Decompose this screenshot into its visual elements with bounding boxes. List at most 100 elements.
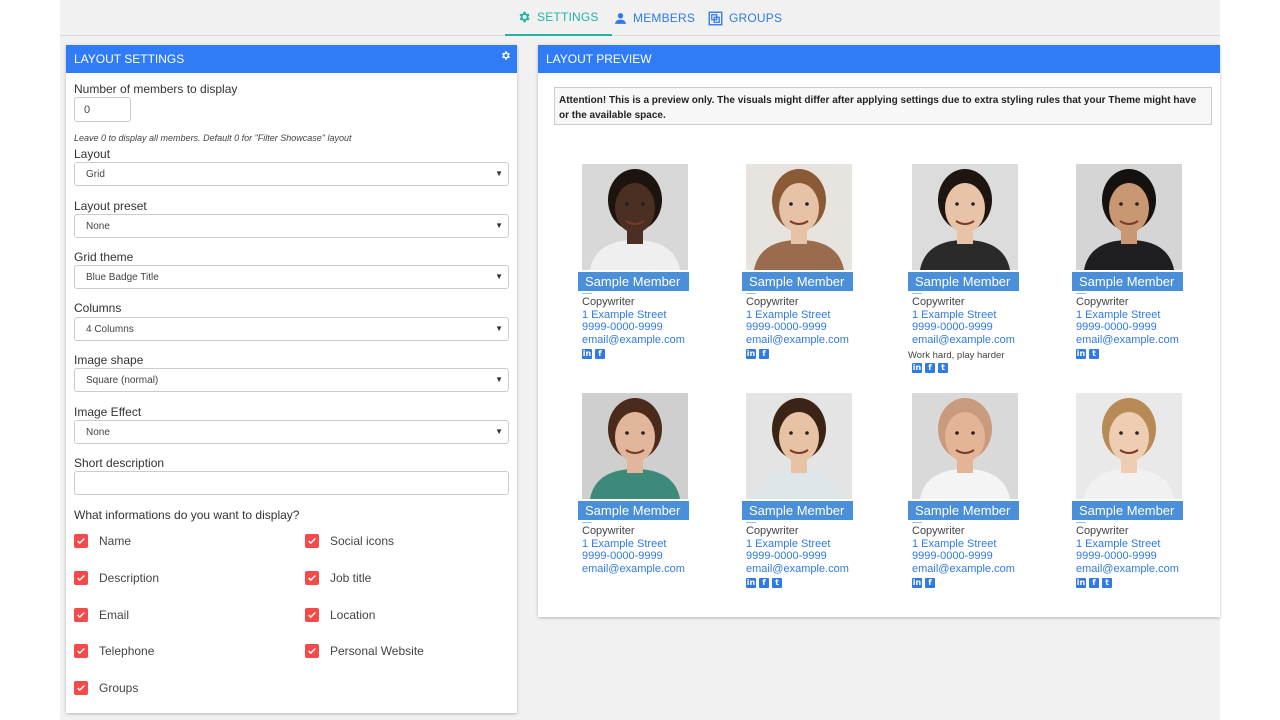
member-photo	[912, 393, 1018, 499]
member-phone-link[interactable]: 9999-0000-9999	[912, 321, 993, 333]
facebook-icon[interactable]: f	[925, 363, 935, 373]
option-telephone-checkbox[interactable]: Telephone	[74, 644, 154, 658]
image-shape-select[interactable]: Square (normal) ▼	[74, 368, 509, 392]
short-description-input[interactable]	[74, 471, 509, 495]
image-effect-select[interactable]: None ▼	[74, 420, 509, 444]
member-email-link[interactable]: email@example.com	[582, 563, 685, 575]
gear-icon[interactable]	[500, 50, 511, 61]
member-location-link[interactable]: 1 Example Street	[582, 538, 666, 550]
option-label: Description	[99, 571, 160, 585]
member-phone-link[interactable]: 9999-0000-9999	[1076, 321, 1157, 333]
facebook-icon[interactable]: f	[925, 578, 935, 588]
linkedin-icon[interactable]: in	[912, 363, 922, 373]
facebook-icon[interactable]: f	[759, 578, 769, 588]
member-phone-link[interactable]: 9999-0000-9999	[746, 550, 827, 562]
option-description-checkbox[interactable]: Description	[74, 571, 159, 585]
member-phone-link[interactable]: 9999-0000-9999	[582, 321, 663, 333]
member-email-link[interactable]: email@example.com	[1076, 563, 1179, 575]
app-stage: SETTINGS MEMBERS GROUPS LAYOUT SETTINGS …	[60, 0, 1220, 720]
member-name-badge: Sample Member	[1072, 501, 1183, 520]
social-icons: in f t	[912, 363, 948, 373]
facebook-icon[interactable]: f	[1089, 578, 1099, 588]
layout-settings-header: LAYOUT SETTINGS	[66, 45, 517, 73]
option-label: Personal Website	[330, 644, 424, 658]
member-phone-link[interactable]: 9999-0000-9999	[582, 550, 663, 562]
columns-value: 4 Columns	[86, 323, 134, 335]
member-email-link[interactable]: email@example.com	[582, 334, 685, 346]
option-label: Groups	[99, 681, 139, 695]
member-photo	[746, 393, 852, 499]
members-count-input[interactable]: 0	[74, 97, 131, 122]
member-location-link[interactable]: 1 Example Street	[582, 309, 666, 321]
layout-preset-select[interactable]: None ▼	[74, 214, 509, 238]
groups-icon	[708, 11, 723, 25]
short-description-label: Short description	[74, 456, 165, 470]
linkedin-icon[interactable]: in	[1076, 578, 1086, 588]
columns-select[interactable]: 4 Columns ▼	[74, 317, 509, 341]
member-job-title: Copywriter	[1076, 296, 1129, 308]
option-name-checkbox[interactable]: Name	[74, 534, 131, 548]
tab-members[interactable]: MEMBERS	[612, 0, 702, 36]
member-email-link[interactable]: email@example.com	[912, 563, 1015, 575]
member-location-link[interactable]: 1 Example Street	[1076, 538, 1160, 550]
checkmark-icon	[74, 534, 88, 548]
checkmark-icon	[305, 644, 319, 658]
twitter-icon[interactable]: t	[938, 363, 948, 373]
member-location-link[interactable]: 1 Example Street	[746, 309, 830, 321]
option-personal-website-checkbox[interactable]: Personal Website	[305, 644, 424, 658]
social-icons: in f t	[746, 578, 782, 588]
member-phone-link[interactable]: 9999-0000-9999	[912, 550, 993, 562]
member-location-link[interactable]: 1 Example Street	[746, 538, 830, 550]
option-social-icons-checkbox[interactable]: Social icons	[305, 534, 394, 548]
name-underline	[1076, 293, 1086, 294]
option-location-checkbox[interactable]: Location	[305, 608, 375, 622]
member-photo	[1076, 393, 1182, 499]
layout-preview-panel: LAYOUT PREVIEW Attention! This is a prev…	[538, 45, 1220, 617]
member-job-title: Copywriter	[912, 296, 965, 308]
image-shape-value: Square (normal)	[86, 374, 159, 386]
member-location-link[interactable]: 1 Example Street	[912, 538, 996, 550]
twitter-icon[interactable]: t	[772, 578, 782, 588]
user-icon	[615, 12, 626, 24]
member-location-link[interactable]: 1 Example Street	[912, 309, 996, 321]
layout-select[interactable]: Grid ▼	[74, 162, 509, 186]
member-photo	[746, 164, 852, 270]
member-email-link[interactable]: email@example.com	[746, 563, 849, 575]
member-name-badge: Sample Member	[742, 501, 853, 520]
name-underline	[746, 293, 756, 294]
name-underline	[912, 293, 922, 294]
attention-notice: Attention! This is a preview only. The v…	[554, 87, 1212, 125]
option-job-title-checkbox[interactable]: Job title	[305, 571, 371, 585]
member-phone-link[interactable]: 9999-0000-9999	[746, 321, 827, 333]
facebook-icon[interactable]: f	[759, 349, 769, 359]
option-groups-checkbox[interactable]: Groups	[74, 681, 138, 695]
linkedin-icon[interactable]: in	[746, 349, 756, 359]
tab-members-label: MEMBERS	[633, 11, 696, 25]
option-email-checkbox[interactable]: Email	[74, 608, 129, 622]
display-options-question: What informations do you want to display…	[74, 508, 300, 522]
member-email-link[interactable]: email@example.com	[1076, 334, 1179, 346]
linkedin-icon[interactable]: in	[746, 578, 756, 588]
layout-preview-title: LAYOUT PREVIEW	[546, 52, 652, 66]
grid-theme-select[interactable]: Blue Badge Title ▼	[74, 265, 509, 289]
tab-groups[interactable]: GROUPS	[706, 0, 786, 36]
option-label: Location	[330, 608, 376, 622]
member-email-link[interactable]: email@example.com	[912, 334, 1015, 346]
linkedin-icon[interactable]: in	[582, 349, 592, 359]
linkedin-icon[interactable]: in	[912, 578, 922, 588]
checkmark-icon	[305, 534, 319, 548]
chevron-down-icon: ▼	[495, 272, 503, 281]
tab-settings[interactable]: SETTINGS	[505, 0, 612, 36]
twitter-icon[interactable]: t	[1102, 578, 1112, 588]
name-underline	[582, 522, 592, 523]
member-phone-link[interactable]: 9999-0000-9999	[1076, 550, 1157, 562]
checkmark-icon	[74, 644, 88, 658]
social-icons: in f	[746, 349, 769, 359]
layout-preset-value: None	[86, 220, 110, 232]
member-email-link[interactable]: email@example.com	[746, 334, 849, 346]
social-icons: in f t	[1076, 578, 1112, 588]
twitter-icon[interactable]: t	[1089, 349, 1099, 359]
facebook-icon[interactable]: f	[595, 349, 605, 359]
member-location-link[interactable]: 1 Example Street	[1076, 309, 1160, 321]
linkedin-icon[interactable]: in	[1076, 349, 1086, 359]
